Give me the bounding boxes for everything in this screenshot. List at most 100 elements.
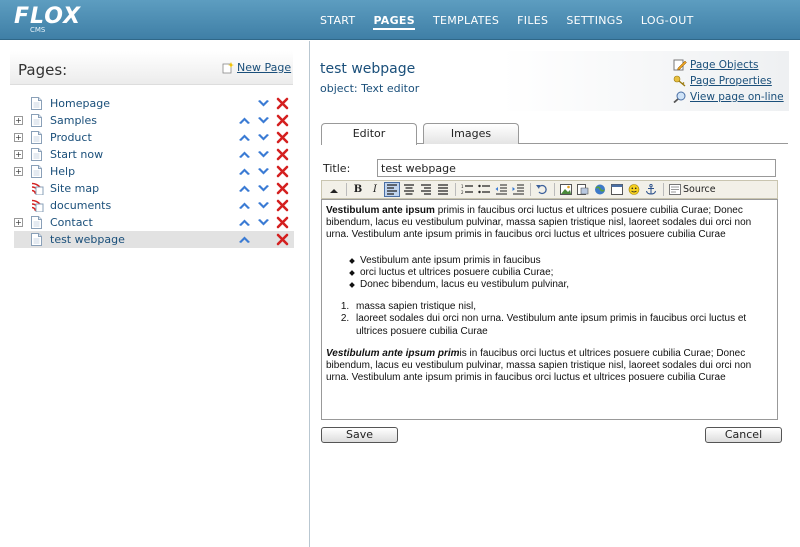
logo: FLOX <box>14 4 82 29</box>
editor-paragraph: Vestibulum ante ipsum primis in faucibus… <box>326 205 773 242</box>
delete-icon[interactable] <box>276 148 289 161</box>
align-left-button[interactable] <box>384 182 400 197</box>
expand-icon[interactable]: + <box>14 116 23 125</box>
move-down-icon[interactable] <box>257 131 270 144</box>
move-down-icon[interactable] <box>257 114 270 127</box>
page-row[interactable]: Site map <box>14 180 294 197</box>
move-up-icon[interactable] <box>238 233 251 246</box>
cancel-button[interactable]: Cancel <box>705 427 782 443</box>
page-row[interactable]: + Help <box>14 163 294 180</box>
indent-button[interactable] <box>510 182 526 197</box>
pages-title: Pages: <box>18 61 68 79</box>
align-center-button[interactable] <box>401 182 417 197</box>
page-label[interactable]: Samples <box>50 114 97 127</box>
page-label[interactable]: Start now <box>50 148 103 161</box>
tab-editor[interactable]: Editor <box>321 123 417 145</box>
move-down-icon[interactable] <box>257 216 270 229</box>
bullet-item: orci luctus et ultrices posuere cubilia … <box>350 267 773 279</box>
page-row[interactable]: test webpage <box>14 231 294 248</box>
numbered-list-button[interactable]: 12 <box>459 182 475 197</box>
save-button[interactable]: Save <box>321 427 398 443</box>
move-up-icon[interactable] <box>238 182 251 195</box>
nav-start[interactable]: START <box>320 14 355 30</box>
page-actions <box>238 199 290 212</box>
page-label[interactable]: documents <box>50 199 111 212</box>
delete-icon[interactable] <box>276 199 289 212</box>
italic-button[interactable]: I <box>367 182 383 197</box>
delete-icon[interactable] <box>276 114 289 127</box>
image-button[interactable] <box>558 182 574 197</box>
move-up-icon[interactable] <box>238 216 251 229</box>
page-row[interactable]: + Contact <box>14 214 294 231</box>
page-icon <box>31 148 42 161</box>
move-up-icon[interactable] <box>238 148 251 161</box>
page-row[interactable]: + Start now <box>14 146 294 163</box>
move-down-icon[interactable] <box>257 148 270 161</box>
page-label[interactable]: Homepage <box>50 97 110 110</box>
svg-text:1: 1 <box>461 184 464 189</box>
move-down-icon[interactable] <box>257 165 270 178</box>
nav-pages[interactable]: PAGES <box>373 14 415 30</box>
expand-icon[interactable]: + <box>14 218 23 227</box>
page-row[interactable]: Homepage <box>14 95 294 112</box>
delete-icon[interactable] <box>276 216 289 229</box>
new-page-button[interactable]: New Page <box>222 61 291 74</box>
move-down-icon[interactable] <box>257 199 270 212</box>
nav-log-out[interactable]: LOG-OUT <box>641 14 694 30</box>
page-row[interactable]: documents <box>14 197 294 214</box>
move-down-icon[interactable] <box>257 182 270 195</box>
move-up-icon[interactable] <box>238 131 251 144</box>
align-right-button[interactable] <box>418 182 434 197</box>
bold-text: Vestibulum ante ipsum <box>326 205 435 216</box>
page-label[interactable]: Contact <box>50 216 93 229</box>
new-page-label: New Page <box>237 61 292 74</box>
move-down-icon[interactable] <box>257 97 270 110</box>
smiley-button[interactable] <box>626 182 642 197</box>
tab-images[interactable]: Images <box>423 123 519 144</box>
page-label[interactable]: Site map <box>50 182 99 195</box>
page-label[interactable]: Help <box>50 165 75 178</box>
move-up-icon[interactable] <box>238 114 251 127</box>
bold-button[interactable]: B <box>350 182 366 197</box>
flash-button[interactable] <box>575 182 591 197</box>
expand-icon[interactable]: + <box>14 150 23 159</box>
logo-subtitle: CMS <box>30 26 46 34</box>
justify-button[interactable] <box>435 182 451 197</box>
link-page-objects[interactable]: Page Objects <box>673 59 784 71</box>
table-button[interactable] <box>609 182 625 197</box>
source-label: Source <box>683 184 716 195</box>
delete-icon[interactable] <box>276 233 289 246</box>
nav-templates[interactable]: TEMPLATES <box>433 14 499 30</box>
rich-text-editor[interactable]: Vestibulum ante ipsum primis in faucibus… <box>321 199 778 420</box>
delete-icon[interactable] <box>276 182 289 195</box>
link-page-properties[interactable]: Page Properties <box>673 75 784 87</box>
move-up-icon[interactable] <box>238 165 251 178</box>
nav-settings[interactable]: SETTINGS <box>566 14 623 30</box>
anchor-button[interactable] <box>643 182 659 197</box>
link-view-page-on-line[interactable]: View page on-line <box>673 91 784 103</box>
title-input[interactable] <box>377 159 776 177</box>
page-icon <box>31 216 42 229</box>
nav-files[interactable]: FILES <box>517 14 548 30</box>
delete-icon[interactable] <box>276 131 289 144</box>
link-label: Page Objects <box>690 59 759 71</box>
page-row[interactable]: + Samples <box>14 112 294 129</box>
move-up-icon[interactable] <box>238 199 251 212</box>
page-title: test webpage <box>320 61 416 77</box>
delete-icon[interactable] <box>276 97 289 110</box>
source-button[interactable]: Source <box>669 184 716 195</box>
toolbar-separator <box>530 183 531 196</box>
page-label[interactable]: test webpage <box>50 233 125 246</box>
collapse-toolbar-icon[interactable] <box>326 182 342 197</box>
bullet-list-button[interactable] <box>476 182 492 197</box>
link-button[interactable] <box>592 182 608 197</box>
expand-icon[interactable]: + <box>14 167 23 176</box>
outdent-button[interactable] <box>493 182 509 197</box>
delete-icon[interactable] <box>276 165 289 178</box>
toolbar-separator <box>455 183 456 196</box>
page-label[interactable]: Product <box>50 131 92 144</box>
page-actions <box>238 216 290 229</box>
page-row[interactable]: + Product <box>14 129 294 146</box>
undo-button[interactable] <box>534 182 550 197</box>
expand-icon[interactable]: + <box>14 133 23 142</box>
